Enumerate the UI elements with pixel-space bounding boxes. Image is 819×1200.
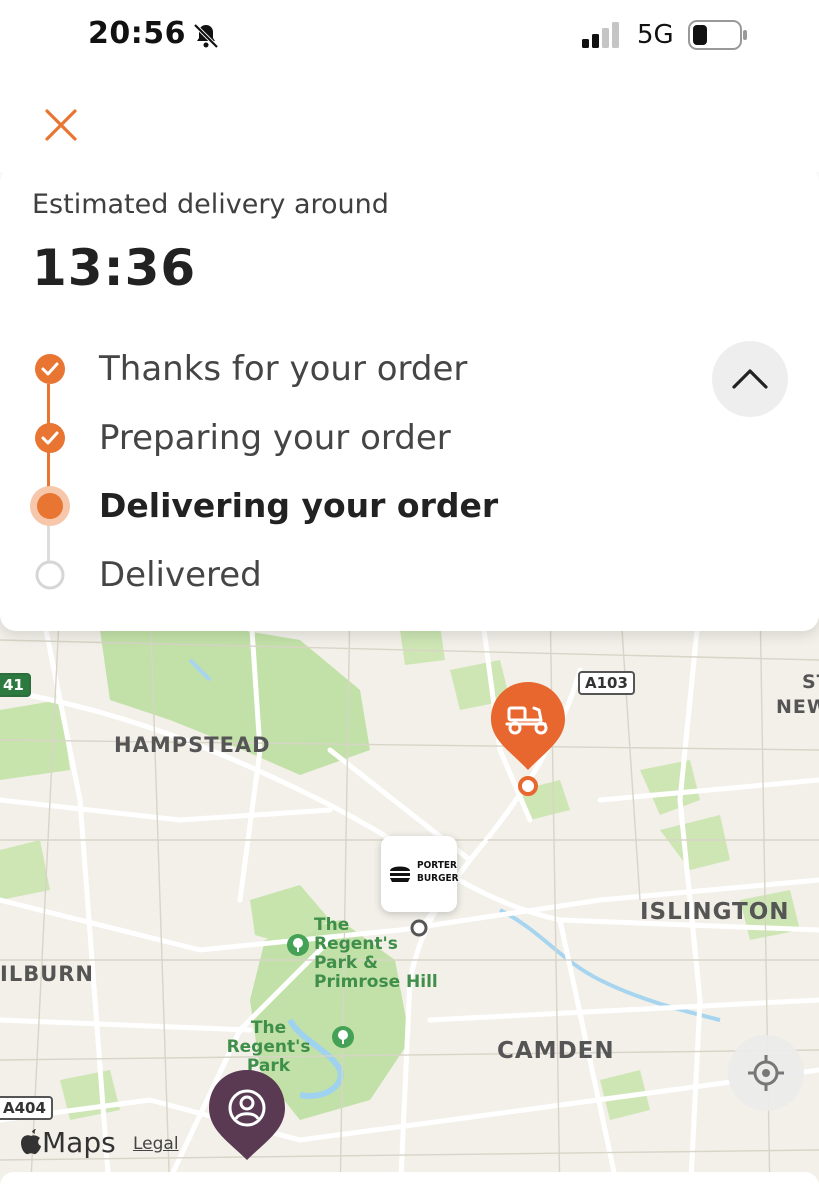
status-time: 20:56 <box>88 16 186 51</box>
apple-logo-icon <box>21 1129 41 1155</box>
chevron-up-icon <box>732 369 768 389</box>
map-label-islington: ISLINGTON <box>640 899 790 925</box>
crosshair-icon <box>748 1055 784 1091</box>
park-tree-icon <box>287 934 309 956</box>
bell-slash-icon <box>193 23 219 49</box>
progress-step: Thanks for your order <box>0 343 700 393</box>
courier-pin-icon[interactable] <box>489 680 567 800</box>
status-bar: 20:56 5G <box>0 0 819 72</box>
step-label: Thanks for your order <box>99 349 468 389</box>
step-label-active: Delivering your order <box>99 486 499 525</box>
check-circle-icon <box>35 354 65 384</box>
map-label-st: ST <box>802 671 819 693</box>
maps-attribution: Maps <box>20 1126 116 1159</box>
step-label: Preparing your order <box>99 418 451 458</box>
destination-pin-icon[interactable] <box>207 1068 287 1178</box>
check-circle-icon <box>35 423 65 453</box>
eta-time: 13:36 <box>32 239 197 297</box>
eta-label: Estimated delivery around <box>32 189 389 220</box>
close-icon[interactable] <box>42 106 80 144</box>
bottom-sheet[interactable] <box>0 1172 819 1200</box>
progress-step: Preparing your order <box>0 412 700 462</box>
collapse-button[interactable] <box>712 341 788 417</box>
park-tree-icon <box>332 1026 354 1048</box>
active-dot-icon <box>30 486 70 526</box>
legal-link[interactable]: Legal <box>133 1134 179 1154</box>
store-marker[interactable]: PORTER BURGER <box>381 836 459 912</box>
progress-step: Delivered <box>0 549 700 599</box>
road-shield-a41: 41 <box>0 673 31 697</box>
header <box>0 72 819 172</box>
store-brand-line1: PORTER <box>417 860 457 871</box>
order-status-card: Estimated delivery around 13:36 Thanks f… <box>0 166 819 631</box>
store-location-dot <box>410 919 428 937</box>
network-type: 5G <box>637 20 674 50</box>
maps-text: Maps <box>42 1126 116 1159</box>
map-label-camden: CAMDEN <box>497 1038 615 1064</box>
locate-me-button[interactable] <box>728 1035 804 1111</box>
step-label: Delivered <box>99 555 262 595</box>
map-label-kilburn: ILBURN <box>0 962 94 986</box>
map-label-hampstead: HAMPSTEAD <box>114 733 271 757</box>
battery-icon <box>688 20 747 50</box>
progress-step-active: Delivering your order <box>0 480 700 530</box>
pending-dot-icon <box>35 560 65 590</box>
road-shield-a103: A103 <box>578 671 635 695</box>
store-brand-line2: BURGER <box>417 873 459 884</box>
signal-icon <box>582 22 619 48</box>
map-label-new: NEW <box>776 696 819 718</box>
burger-logo-icon <box>390 866 410 882</box>
road-shield-a404: A404 <box>0 1096 53 1120</box>
